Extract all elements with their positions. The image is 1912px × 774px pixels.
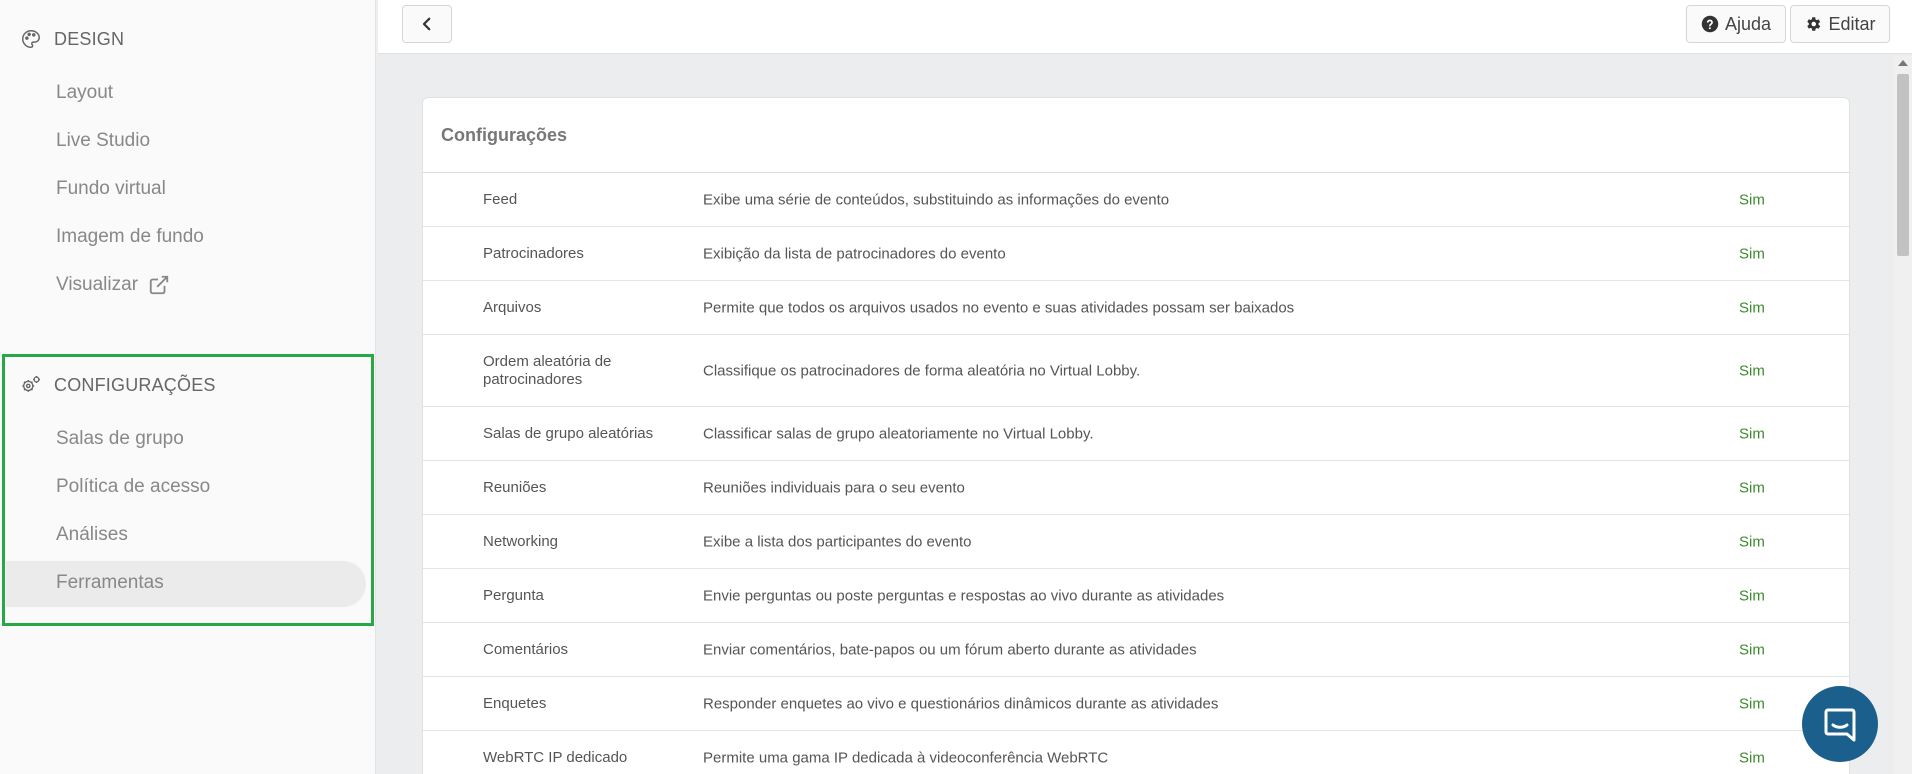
sidebar-item-layout[interactable]: Layout bbox=[56, 82, 113, 104]
setting-description: Envie perguntas ou poste perguntas e res… bbox=[703, 587, 1225, 604]
table-row: Patrocinadores Exibição da lista de patr… bbox=[423, 227, 1849, 281]
setting-description: Responder enquetes ao vivo e questionári… bbox=[703, 695, 1219, 712]
setting-name: WebRTC IP dedicado bbox=[483, 748, 628, 766]
setting-name: Arquivos bbox=[483, 298, 542, 316]
sidebar-item-label: Live Studio bbox=[56, 130, 151, 151]
setting-name: Pergunta bbox=[483, 586, 544, 604]
sidebar: DESIGN Layout Live Studio Fundo virtual … bbox=[0, 0, 376, 774]
setting-name: Reuniões bbox=[483, 478, 547, 496]
setting-value: Sim bbox=[1739, 191, 1765, 208]
sidebar-item-label: Imagem de fundo bbox=[56, 226, 204, 247]
setting-value: Sim bbox=[1739, 695, 1765, 712]
setting-value: Sim bbox=[1739, 749, 1765, 766]
sidebar-item-visualizar[interactable]: Visualizar bbox=[56, 274, 170, 296]
setting-name: Salas de grupo aleatórias bbox=[483, 424, 654, 442]
table-row: Salas de grupo aleatórias Classificar sa… bbox=[423, 407, 1849, 461]
scroll-thumb[interactable] bbox=[1897, 74, 1909, 256]
sidebar-item-live-studio[interactable]: Live Studio bbox=[56, 130, 150, 152]
setting-description: Exibição da lista de patrocinadores do e… bbox=[703, 245, 1006, 262]
sidebar-item-imagem-de-fundo[interactable]: Imagem de fundo bbox=[56, 226, 204, 248]
setting-value: Sim bbox=[1739, 299, 1765, 316]
setting-name: Networking bbox=[483, 532, 559, 550]
help-label: Ajuda bbox=[1724, 13, 1772, 34]
setting-value: Sim bbox=[1739, 587, 1765, 604]
external-link-icon bbox=[149, 275, 169, 295]
top-bar: Ajuda Editar bbox=[378, 0, 1912, 54]
setting-name: Enquetes bbox=[483, 694, 547, 712]
setting-description: Exibe a lista dos participantes do event… bbox=[703, 533, 972, 550]
setting-name: Comentários bbox=[483, 640, 569, 658]
section-design-title: DESIGN bbox=[54, 28, 125, 49]
table-row: Enquetes Responder enquetes ao vivo e qu… bbox=[423, 677, 1849, 731]
setting-description: Reuniões individuais para o seu evento bbox=[703, 479, 965, 496]
chat-icon bbox=[1824, 708, 1856, 742]
page-scrollbar[interactable] bbox=[1894, 56, 1912, 774]
setting-description: Classifique os patrocinadores de forma a… bbox=[703, 362, 1141, 379]
setting-value: Sim bbox=[1739, 533, 1765, 550]
section-design[interactable]: DESIGN bbox=[20, 28, 124, 50]
table-row: Arquivos Permite que todos os arquivos u… bbox=[423, 281, 1849, 335]
table-row: Comentários Enviar comentários, bate-pap… bbox=[423, 623, 1849, 677]
edit-button[interactable]: Editar bbox=[1790, 5, 1890, 43]
sidebar-item-label: Fundo virtual bbox=[56, 178, 166, 199]
table-row: Networking Exibe a lista dos participant… bbox=[423, 515, 1849, 569]
setting-name: Feed bbox=[483, 190, 518, 208]
settings-card: Configurações Feed Exibe uma série de co… bbox=[422, 97, 1850, 774]
table-row: Feed Exibe uma série de conteúdos, subst… bbox=[423, 173, 1849, 227]
table-row: Reuniões Reuniões individuais para o seu… bbox=[423, 461, 1849, 515]
sidebar-item-fundo-virtual[interactable]: Fundo virtual bbox=[56, 178, 166, 200]
back-button[interactable] bbox=[402, 5, 452, 43]
table-row: Pergunta Envie perguntas ou poste pergun… bbox=[423, 569, 1849, 623]
help-button[interactable]: Ajuda bbox=[1686, 5, 1786, 43]
scroll-up-arrow-icon[interactable] bbox=[1898, 60, 1908, 66]
setting-value: Sim bbox=[1739, 641, 1765, 658]
setting-description: Classificar salas de grupo aleatoriament… bbox=[703, 425, 1094, 442]
setting-value: Sim bbox=[1739, 479, 1765, 496]
gear-icon bbox=[1807, 17, 1821, 31]
sidebar-item-label: Visualizar bbox=[56, 274, 139, 295]
edit-label: Editar bbox=[1828, 13, 1876, 34]
setting-description: Permite que todos os arquivos usados no … bbox=[703, 299, 1295, 316]
setting-name: Ordem aleatória de patrocinadores bbox=[483, 352, 612, 388]
setting-description: Permite uma gama IP dedicada à videoconf… bbox=[703, 749, 1109, 766]
chat-launcher-button[interactable] bbox=[1802, 686, 1878, 762]
table-row: Ordem aleatória de patrocinadores Classi… bbox=[423, 335, 1849, 407]
highlight-box bbox=[2, 354, 374, 626]
chevron-left-icon bbox=[422, 17, 431, 31]
setting-value: Sim bbox=[1739, 245, 1765, 262]
sidebar-item-label: Layout bbox=[56, 82, 114, 103]
setting-description: Enviar comentários, bate-papos ou um fór… bbox=[703, 641, 1197, 658]
setting-name: Patrocinadores bbox=[483, 244, 584, 262]
setting-value: Sim bbox=[1739, 362, 1765, 379]
question-circle-icon bbox=[1701, 15, 1719, 33]
palette-icon bbox=[22, 30, 40, 48]
setting-description: Exibe uma série de conteúdos, substituin… bbox=[703, 191, 1170, 208]
setting-value: Sim bbox=[1739, 425, 1765, 442]
card-title: Configurações bbox=[423, 98, 1849, 173]
table-row: WebRTC IP dedicado Permite uma gama IP d… bbox=[423, 731, 1849, 774]
